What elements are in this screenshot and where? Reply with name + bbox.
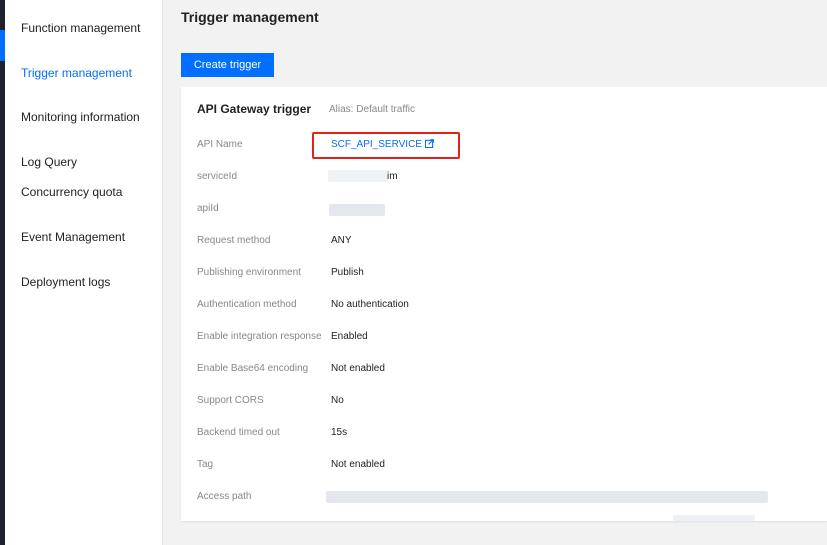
base64-encoding-value: Not enabled (331, 363, 385, 374)
sidebar-item-monitoring-information[interactable]: Monitoring information (21, 110, 151, 125)
sidebar: Function management Trigger management M… (5, 0, 163, 545)
sidebar-item-trigger-management[interactable]: Trigger management (21, 66, 151, 81)
sidebar-item-deployment-logs[interactable]: Deployment logs (21, 275, 151, 290)
trigger-card-title: API Gateway trigger (197, 102, 312, 116)
row-label-tag: Tag (197, 459, 214, 470)
integration-response-value: Enabled (331, 331, 368, 342)
row-label-authentication-method: Authentication method (197, 299, 297, 310)
api-name-value: SCF_API_SERVICE (331, 139, 434, 150)
sidebar-item-concurrency-quota[interactable]: Concurrency quota (21, 185, 151, 200)
sidebar-item-event-management[interactable]: Event Management (21, 230, 151, 245)
backend-timeout-value: 15s (331, 427, 348, 438)
redacted-apiid (329, 204, 385, 216)
row-label-api-name: API Name (197, 139, 243, 150)
redacted-access-path-continued (673, 515, 755, 521)
create-trigger-button[interactable]: Create trigger (181, 53, 274, 77)
row-label-support-cors: Support CORS (197, 395, 264, 406)
row-label-integration-response: Enable integration response (197, 331, 322, 342)
redacted-serviceid (328, 170, 388, 182)
row-label-serviceid: serviceId (197, 171, 238, 182)
publishing-environment-value: Publish (331, 267, 364, 278)
support-cors-value: No (331, 395, 344, 406)
trigger-card: API Gateway trigger Alias: Default traff… (181, 87, 827, 521)
row-label-base64-encoding: Enable Base64 encoding (197, 363, 309, 374)
main-content: Trigger management Create trigger API Ga… (163, 0, 827, 545)
row-label-backend-timeout: Backend timed out (197, 427, 280, 438)
row-label-apiid: apiId (197, 203, 219, 214)
external-link-icon[interactable] (424, 139, 434, 148)
redacted-access-path (326, 491, 768, 503)
row-label-access-path: Access path (197, 491, 252, 502)
page-title: Trigger management (181, 9, 319, 25)
api-name-link[interactable]: SCF_API_SERVICE (331, 139, 422, 150)
sidebar-item-function-management[interactable]: Function management (21, 21, 151, 36)
trigger-alias: Alias: Default traffic (329, 104, 415, 115)
tag-value: Not enabled (331, 459, 385, 470)
request-method-value: ANY (331, 235, 352, 246)
row-label-request-method: Request method (197, 235, 271, 246)
sidebar-item-log-query[interactable]: Log Query (21, 155, 151, 170)
serviceid-value: im (387, 171, 398, 182)
row-label-publishing-environment: Publishing environment (197, 267, 301, 278)
authentication-method-value: No authentication (331, 299, 409, 310)
